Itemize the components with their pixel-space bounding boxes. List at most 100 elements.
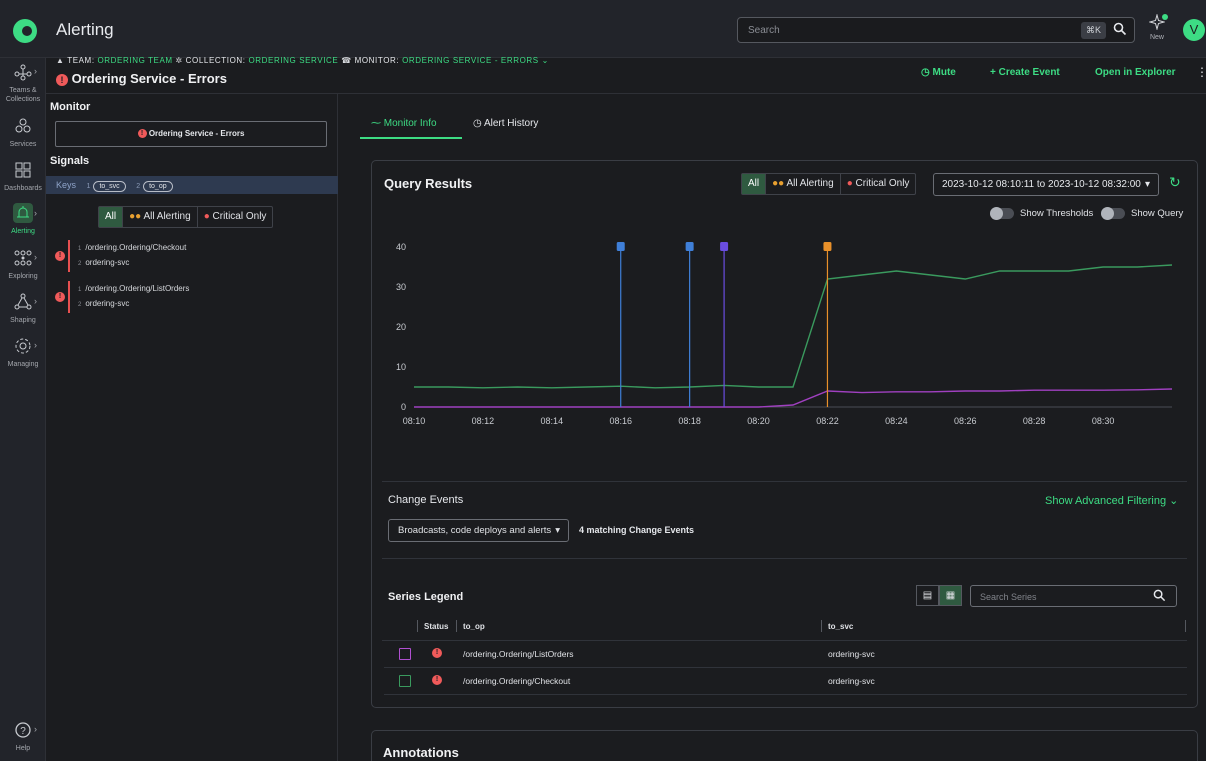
nav-shaping[interactable]: Shaping [0,292,46,325]
tab-monitor-info[interactable]: ⁓ Monitor Info [371,118,437,129]
alerting-icon [13,203,33,223]
filter-all[interactable]: All [99,207,124,227]
create-event-label: Create Event [998,67,1060,78]
series-color-checkbox[interactable] [399,675,411,687]
chevron-down-icon[interactable]: ⌄ [542,56,549,65]
dropdown-label: Broadcasts, code deploys and alerts [398,525,552,536]
nav-alerting[interactable]: Alerting [0,203,46,236]
key-pill-to-svc[interactable]: to_svc [93,181,126,192]
search-icon[interactable] [1113,22,1127,39]
series-legend-title: Series Legend [388,591,464,603]
user-avatar[interactable]: V [1183,19,1205,41]
series-op: /ordering.Ordering/ListOrders [463,649,574,659]
more-options-icon[interactable]: ⋮ [1196,65,1206,79]
exploring-icon [14,250,32,266]
nav-dashboards[interactable]: Dashboards [0,160,46,193]
x-tick-label: 08:16 [609,416,632,426]
nav-label: Alerting [11,228,35,235]
advanced-label: Show Advanced Filtering [1045,495,1167,507]
refresh-icon[interactable]: ↻ [1169,174,1181,191]
time-range-picker[interactable]: 2023-10-12 08:10:11 to 2023-10-12 08:32:… [933,173,1159,196]
monitor-selector[interactable]: ! Ordering Service - Errors [55,121,327,147]
teams-icon [14,64,32,81]
nav-label: Managing [7,361,39,368]
column-header-status[interactable]: Status [424,622,448,631]
signal-item[interactable]: ! 1/ordering.Ordering/ListOrders 2 orderi… [52,281,332,317]
signal-op: /ordering.Ordering/ListOrders [85,284,190,293]
chevron-right-icon: › [34,724,37,734]
column-separator [417,620,418,632]
y-tick-label: 20 [396,322,406,332]
nav-label: Exploring [8,273,38,280]
matching-count: 4 matching Change Events [579,525,695,535]
toggle-switch [1101,207,1125,220]
breadcrumb-team-link[interactable]: ORDERING TEAM [97,56,172,65]
signal-line-2: 2 ordering-svc [78,258,129,267]
series-svc: ordering-svc [828,649,875,659]
show-query-toggle[interactable]: Show Query [1101,207,1183,220]
toggle-switch [990,207,1014,220]
filter-all-alerting[interactable]: ●● All Alerting [766,174,841,194]
section-divider [382,481,1187,482]
series-line-1 [414,264,1173,389]
error-icon: ! [432,648,442,658]
new-indicator-dot [1162,14,1168,20]
filter-critical-only[interactable]: ● Critical Only [841,174,916,194]
error-icon: ! [56,73,68,86]
table-row[interactable]: ! /ordering.Ordering/Checkout ordering-s… [384,668,1187,695]
error-icon: ! [55,292,65,302]
new-label: New [1149,34,1164,41]
x-tick-label: 08:10 [403,416,426,426]
shaping-icon [14,293,32,310]
filter-critical-only[interactable]: ● Critical Only [198,207,273,227]
critical-icon: ● [846,178,856,189]
tab-alert-history[interactable]: ◷ Alert History [473,118,538,129]
mute-button[interactable]: ◷ Mute [921,67,956,78]
key-pill-to-op[interactable]: to_op [143,181,173,192]
show-advanced-filtering-link[interactable]: Show Advanced Filtering ⌄ [1045,494,1178,507]
page-title: ! Ordering Service - Errors [56,71,227,86]
query-results-chart[interactable]: 0 10 20 30 40 08:10 08:12 08:14 08:16 08:18 08:20 0… [392,237,1182,437]
series-color-checkbox[interactable] [399,648,411,660]
x-tick-label: 08:24 [885,416,908,426]
nav-exploring[interactable]: Exploring [0,248,46,281]
global-search-input[interactable]: Search ⌘K [737,17,1135,43]
app-logo[interactable] [13,19,37,43]
column-header-to-op[interactable]: to_op [463,622,485,631]
signal-item[interactable]: ! 1/ordering.Ordering/Checkout 2 ordering… [52,240,332,276]
change-events-dropdown[interactable]: Broadcasts, code deploys and alerts ▾ [388,519,569,542]
column-separator [456,620,457,632]
breadcrumb-monitor-link[interactable]: ORDERING SERVICE - ERRORS [402,56,539,65]
x-tick-label: 08:18 [678,416,701,426]
nav-managing[interactable]: Managing [0,336,46,369]
nav-help[interactable]: ? Help [0,720,46,753]
critical-icon: ● [203,211,213,222]
severity-bar [68,240,70,272]
show-thresholds-toggle[interactable]: Show Thresholds [990,207,1093,220]
column-separator [821,620,822,632]
x-tick-label: 08:30 [1092,416,1115,426]
open-in-explorer-button[interactable]: Open in Explorer [1095,67,1176,78]
change-event-marker-icon [685,242,694,251]
filter-all-alerting[interactable]: ●● All Alerting [123,207,198,227]
y-tick-label: 10 [396,362,406,372]
create-event-button[interactable]: + Create Event [990,67,1060,78]
change-event-marker-icon [616,242,625,251]
filter-all[interactable]: All [742,174,767,194]
monitor-heading: Monitor [50,101,91,113]
column-separator [1185,620,1186,632]
list-view-icon[interactable]: ▤ [916,585,939,606]
nav-teams-collections[interactable]: Teams & Collections [0,62,46,104]
chevron-down-icon: ⌄ [1169,495,1179,507]
nav-services[interactable]: Services [0,116,46,149]
annotations-title: Annotations [383,745,459,760]
caret-down-icon: ▾ [555,525,560,536]
signals-heading: Signals [50,155,90,167]
column-header-to-svc[interactable]: to_svc [828,622,853,631]
grid-view-icon[interactable]: ▦ [939,585,962,606]
breadcrumb-collection-link[interactable]: ORDERING SERVICE [248,56,338,65]
key-index: 1 [78,246,82,252]
chevron-right-icon: › [34,340,37,350]
table-row[interactable]: ! /ordering.Ordering/ListOrders ordering… [384,641,1187,668]
series-search-input[interactable]: Search Series [970,585,1177,607]
